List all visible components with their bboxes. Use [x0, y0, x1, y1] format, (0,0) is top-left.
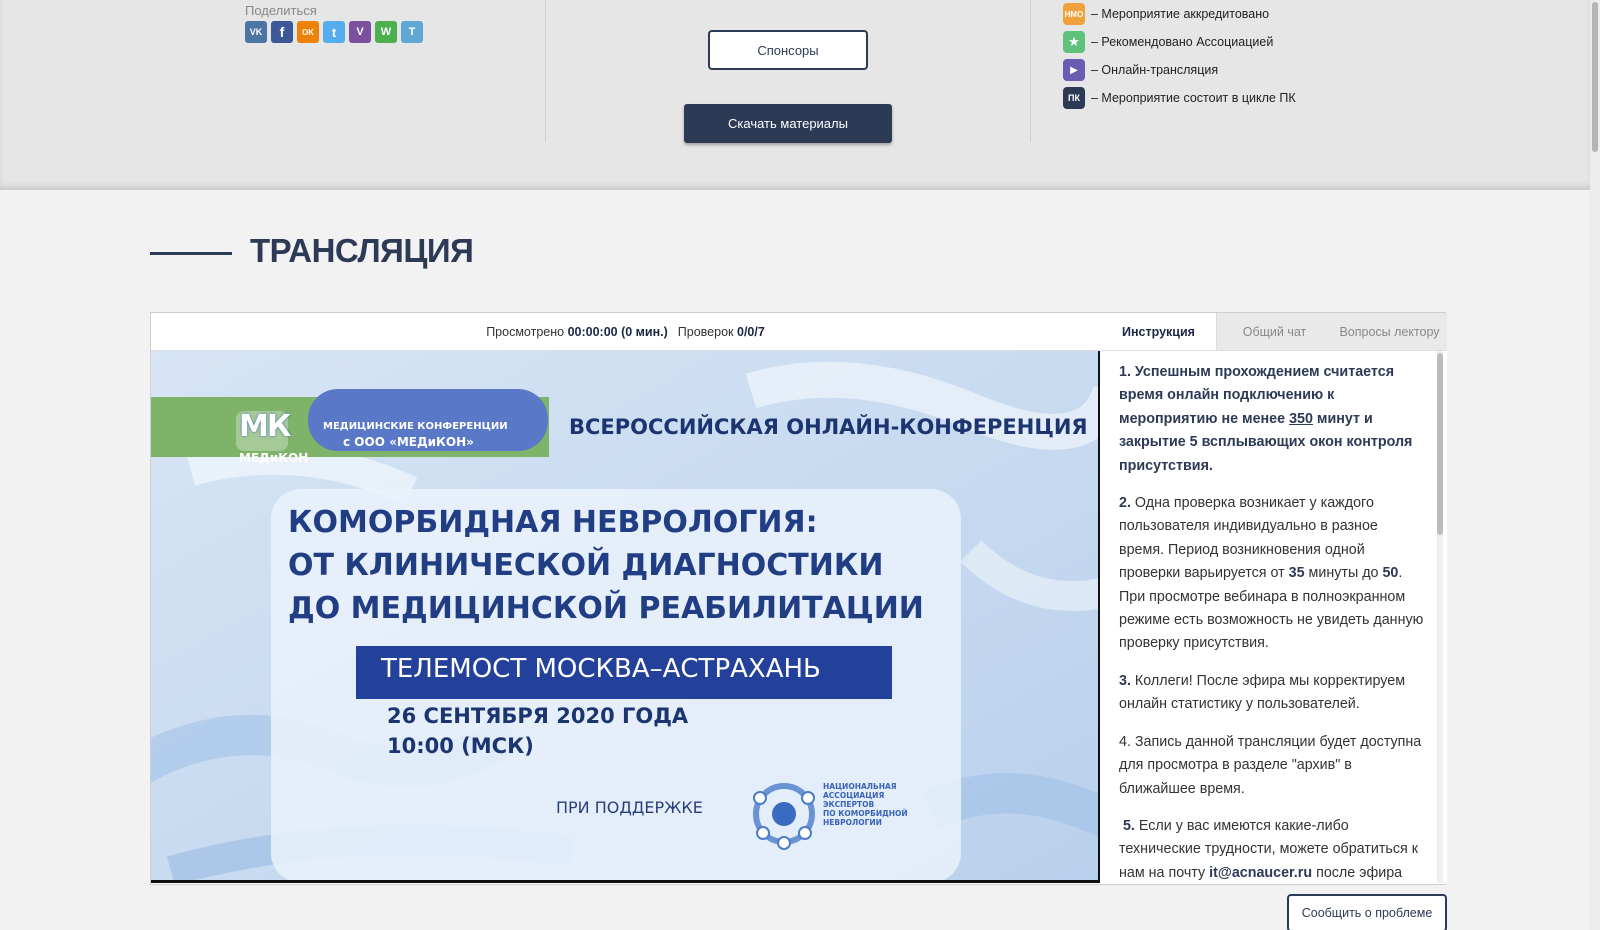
- legend-text: – Мероприятие состоит в цикле ПК: [1091, 91, 1296, 105]
- legend-text: – Мероприятие аккредитовано: [1091, 7, 1270, 21]
- tab-questions-lecturer[interactable]: Вопросы лектору: [1332, 313, 1447, 350]
- page-scrollbar[interactable]: [1590, 0, 1600, 930]
- watched-label: Просмотрено: [486, 324, 565, 339]
- report-problem-button[interactable]: Сообщить о проблеме: [1287, 894, 1447, 930]
- legend: НМО – Мероприятие аккредитовано ★ – Реко…: [1063, 0, 1296, 112]
- viber-share-icon[interactable]: V: [349, 21, 371, 43]
- conference-title-line3: ДО МЕДИЦИНСКОЙ РЕАБИЛИТАЦИИ: [288, 591, 924, 626]
- checks-label: Проверок: [677, 324, 734, 339]
- page-scrollbar-thumb[interactable]: [1592, 2, 1598, 152]
- support-email-link[interactable]: it@acnaucer.ru: [1209, 865, 1312, 881]
- facebook-share-icon[interactable]: f: [271, 21, 293, 43]
- legend-item: НМО – Мероприятие аккредитовано: [1063, 0, 1296, 28]
- association-name: НАЦИОНАЛЬНАЯ АССОЦИАЦИЯ ЭКСПЕРТОВ ПО КОМ…: [823, 782, 908, 827]
- share-label: Поделиться: [245, 3, 317, 18]
- legend-item: ▶ – Онлайн-трансляция: [1063, 56, 1296, 84]
- required-minutes: 350: [1289, 410, 1313, 427]
- support-label: ПРИ ПОДДЕРЖКЕ: [556, 798, 703, 817]
- legend-text: – Онлайн-трансляция: [1091, 63, 1219, 77]
- instruction-item: 1. Успешным прохождением считается время…: [1119, 364, 1413, 474]
- logo-org-line2: с ООО «МЕДиКОН»: [343, 435, 474, 449]
- odnoklassniki-share-icon[interactable]: OK: [297, 21, 319, 43]
- sponsors-button[interactable]: Спонсоры: [708, 30, 868, 70]
- pk-badge-icon: ПК: [1063, 87, 1085, 109]
- download-materials-button[interactable]: Скачать материалы: [684, 104, 892, 143]
- video-player[interactable]: МК МЕДиКОН МЕДИЦИНСКИЕ КОНФЕРЕНЦИИ с ООО…: [151, 351, 1100, 883]
- column-divider: [1030, 0, 1031, 142]
- legend-text: – Рекомендовано Ассоциацией: [1091, 35, 1274, 49]
- legend-item: ПК – Мероприятие состоит в цикле ПК: [1063, 84, 1296, 112]
- conference-title-line2: ОТ КЛИНИЧЕСКОЙ ДИАГНОСТИКИ: [288, 548, 884, 583]
- instruction-item: 3. Коллеги! После эфира мы корректируем …: [1119, 672, 1406, 713]
- instructions-scrollbar[interactable]: [1437, 351, 1443, 883]
- watched-value: 00:00:00 (0 мин.): [567, 324, 668, 339]
- medikon-logo-mark: МК: [239, 409, 291, 444]
- conference-header: ВСЕРОССИЙСКАЯ ОНЛАЙН-КОНФЕРЕНЦИЯ: [569, 415, 1088, 439]
- broadcast-panel: Просмотрено 00:00:00 (0 мин.) Проверок 0…: [150, 312, 1447, 885]
- checks-value: 0/0/7: [737, 324, 765, 339]
- twitter-share-icon[interactable]: t: [323, 21, 345, 43]
- section-title: ТРАНСЛЯЦИЯ: [250, 232, 474, 269]
- whatsapp-share-icon[interactable]: W: [375, 21, 397, 43]
- conference-title-line1: КОМОРБИДНАЯ НЕВРОЛОГИЯ:: [288, 505, 818, 540]
- event-header-band: Поделиться VK f OK t V W T Спонсоры Скач…: [0, 0, 1590, 190]
- side-tabs: Инструкция Общий чат Вопросы лектору: [1101, 313, 1447, 351]
- nmo-badge-icon: НМО: [1063, 3, 1085, 25]
- instructions-panel[interactable]: 1. Успешным прохождением считается время…: [1101, 351, 1447, 883]
- telemost-banner: ТЕЛЕМОСТ МОСКВА–АСТРАХАНЬ: [381, 654, 821, 684]
- instruction-item: 4. Запись данной трансляции будет доступ…: [1119, 733, 1422, 797]
- column-divider: [545, 0, 546, 142]
- tab-general-chat[interactable]: Общий чат: [1217, 313, 1332, 350]
- legend-item: ★ – Рекомендовано Ассоциацией: [1063, 28, 1296, 56]
- instructions-scrollbar-thumb[interactable]: [1437, 353, 1443, 535]
- tab-instructions[interactable]: Инструкция: [1101, 313, 1217, 350]
- share-buttons: VK f OK t V W T: [245, 21, 423, 43]
- conference-date: 26 СЕНТЯБРЯ 2020 ГОДА: [387, 704, 689, 728]
- instruction-item: 5. Если у вас имеются какие-либо техниче…: [1119, 817, 1418, 881]
- logo-org-line1: МЕДИЦИНСКИЕ КОНФЕРЕНЦИИ: [323, 421, 508, 432]
- conference-time: 10:00 (МСК): [387, 734, 534, 758]
- instruction-item: 2. Одна проверка возникает у каждого пол…: [1119, 495, 1424, 652]
- watch-stats-bar: Просмотрено 00:00:00 (0 мин.) Проверок 0…: [151, 313, 1100, 351]
- medikon-logo-text: МЕДиКОН: [239, 451, 309, 465]
- video-camera-icon: ▶: [1063, 59, 1085, 81]
- vk-share-icon[interactable]: VK: [245, 21, 267, 43]
- star-badge-icon: ★: [1063, 31, 1085, 53]
- telegram-share-icon[interactable]: T: [401, 21, 423, 43]
- title-decor-line: [150, 252, 232, 255]
